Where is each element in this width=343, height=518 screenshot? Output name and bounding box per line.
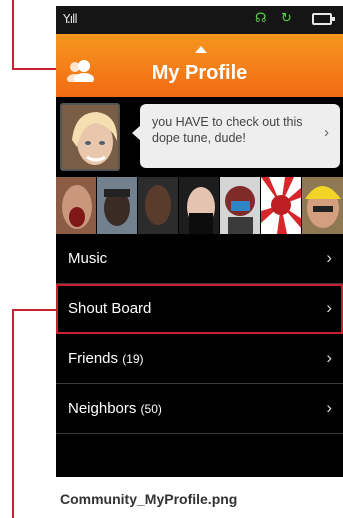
callout-line-top-vertical: [12, 0, 14, 70]
callout-line-bottom-vertical: [12, 309, 14, 518]
menu-item-shout-board[interactable]: Shout Board ›: [56, 284, 343, 334]
green-voice-icon: ☊: [255, 11, 267, 26]
menu-item-music[interactable]: Music ›: [56, 234, 343, 284]
friend-avatar[interactable]: [261, 177, 302, 234]
profile-status-row[interactable]: you HAVE to check out this dope tune, du…: [56, 97, 343, 177]
green-sync-icon: ↻: [281, 11, 292, 26]
menu-item-label: Neighbors (50): [68, 400, 162, 417]
status-bar: Y.ıll ☊ ↻: [56, 6, 343, 34]
status-chevron-icon[interactable]: ›: [324, 124, 329, 141]
chevron-right-icon: ›: [326, 248, 332, 267]
menu-item-count: (50): [140, 402, 162, 416]
signal-icon: Y.ıll: [63, 12, 78, 26]
friend-avatar[interactable]: [97, 177, 138, 234]
callout-line-bottom-horizontal: [12, 309, 58, 311]
phone-screen: Y.ıll ☊ ↻ My Profile you HAVE to check o…: [56, 6, 343, 477]
battery-icon: [312, 13, 335, 25]
chevron-right-icon: ›: [326, 398, 332, 417]
status-message: you HAVE to check out this dope tune, du…: [152, 115, 303, 145]
profile-header: My Profile: [56, 34, 343, 97]
page-title: My Profile: [151, 62, 248, 84]
friend-avatar[interactable]: [302, 177, 343, 234]
chevron-right-icon: ›: [326, 348, 332, 367]
profile-photo[interactable]: [60, 103, 120, 171]
menu-item-label: Friends (19): [68, 350, 144, 367]
friend-avatar[interactable]: [56, 177, 97, 234]
menu-item-label-text: Neighbors: [68, 400, 137, 417]
chevron-right-icon: ›: [326, 298, 332, 317]
profile-menu: Music › Shout Board › Friends (19) › Nei…: [56, 234, 343, 434]
menu-item-count: (19): [122, 352, 144, 366]
screenshot-caption: Community_MyProfile.png: [60, 491, 238, 507]
menu-item-label-text: Friends: [68, 350, 119, 367]
menu-item-friends[interactable]: Friends (19) ›: [56, 334, 343, 384]
friends-strip: [56, 177, 343, 234]
menu-item-label: Music: [68, 250, 108, 267]
callout-line-top-horizontal: [12, 68, 58, 70]
friend-avatar[interactable]: [220, 177, 261, 234]
friend-avatar[interactable]: [138, 177, 179, 234]
menu-item-label: Shout Board: [68, 300, 152, 317]
collapse-caret-icon[interactable]: [195, 46, 207, 53]
menu-item-neighbors[interactable]: Neighbors (50) ›: [56, 384, 343, 434]
friend-avatar[interactable]: [179, 177, 220, 234]
